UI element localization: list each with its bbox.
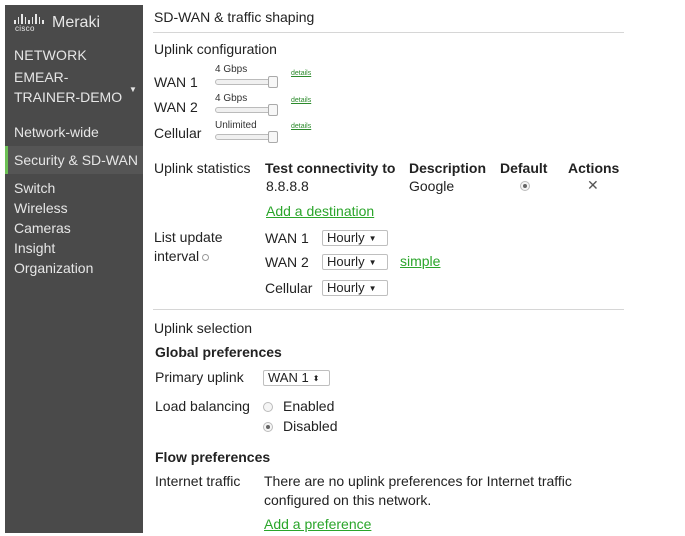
interval-cellular-select[interactable]: Hourly ▼	[322, 280, 388, 296]
sidebar-item-insight[interactable]: Insight	[14, 240, 55, 256]
add-destination-link[interactable]: Add a destination	[266, 203, 374, 219]
primary-uplink-select[interactable]: WAN 1 ⬍	[263, 370, 330, 386]
cellular-label: Cellular	[154, 125, 202, 141]
uplink-configuration-title: Uplink configuration	[154, 41, 277, 57]
brand-small-text: cisco	[15, 24, 35, 33]
load-balancing-label: Load balancing	[155, 398, 250, 414]
wan2-details-link[interactable]: details	[291, 97, 311, 104]
chevron-down-icon: ▼	[368, 283, 377, 293]
primary-uplink-value: WAN 1	[268, 370, 309, 385]
load-balancing-disabled-label[interactable]: Disabled	[283, 418, 337, 434]
wan2-label: WAN 2	[154, 99, 198, 115]
interval-label: interval	[154, 248, 210, 264]
destination-ip: 8.8.8.8	[266, 178, 309, 194]
interval-wan2-select[interactable]: Hourly ▼	[322, 254, 388, 270]
cellular-speed: Unlimited	[215, 120, 257, 131]
internet-traffic-message-line1: There are no uplink preferences for Inte…	[264, 473, 572, 489]
primary-uplink-label: Primary uplink	[155, 369, 244, 385]
column-header-test-connectivity: Test connectivity to	[265, 160, 396, 176]
info-icon[interactable]	[202, 253, 210, 261]
cisco-logo-icon: cisco	[14, 12, 48, 34]
flow-preferences-title: Flow preferences	[155, 449, 271, 465]
default-destination-radio[interactable]	[520, 181, 530, 191]
column-header-default: Default	[500, 160, 548, 176]
updown-caret-icon: ⬍	[312, 373, 320, 383]
interval-wan1-select[interactable]: Hourly ▼	[322, 230, 388, 246]
sidebar-item-wireless[interactable]: Wireless	[14, 200, 68, 216]
sidebar-item-cameras[interactable]: Cameras	[14, 220, 71, 236]
interval-wan2-label: WAN 2	[265, 254, 309, 270]
destination-description: Google	[409, 178, 455, 194]
add-preference-link[interactable]: Add a preference	[264, 516, 371, 532]
interval-cellular-label: Cellular	[265, 280, 313, 296]
uplink-selection-title: Uplink selection	[154, 320, 253, 336]
internet-traffic-label: Internet traffic	[155, 473, 241, 489]
page-title: SD-WAN & traffic shaping	[154, 9, 315, 25]
wan1-speed: 4 Gbps	[215, 64, 248, 75]
chevron-down-icon: ▼	[368, 257, 377, 267]
load-balancing-disabled-radio[interactable]	[263, 422, 273, 432]
brand-logo[interactable]: cisco Meraki	[14, 12, 100, 34]
sidebar: cisco Meraki NETWORK EMEAR-TRAINER-DEMO …	[5, 5, 143, 533]
wan2-speed: 4 Gbps	[215, 93, 248, 104]
divider	[153, 309, 624, 310]
interval-wan2-value: Hourly	[327, 254, 365, 269]
wan1-details-link[interactable]: details	[291, 70, 311, 77]
internet-traffic-message-line2: configured on this network.	[264, 492, 432, 508]
sidebar-item-security-sdwan[interactable]: Security & SD-WAN	[14, 152, 138, 168]
wan1-slider-handle[interactable]	[268, 76, 278, 88]
sidebar-item-network-wide[interactable]: Network-wide	[14, 124, 99, 140]
brand-name: Meraki	[52, 14, 101, 31]
cellular-slider-handle[interactable]	[268, 131, 278, 143]
global-preferences-title: Global preferences	[155, 344, 282, 360]
wan2-slider-handle[interactable]	[268, 104, 278, 116]
cellular-details-link[interactable]: details	[291, 123, 311, 130]
divider	[153, 32, 624, 33]
list-update-label: List update	[154, 229, 223, 245]
sidebar-active-indicator	[5, 146, 8, 174]
network-selector[interactable]: EMEAR-TRAINER-DEMO	[14, 67, 134, 107]
simple-link[interactable]: simple	[400, 253, 440, 269]
wan1-label: WAN 1	[154, 74, 198, 90]
load-balancing-enabled-label[interactable]: Enabled	[283, 398, 334, 414]
chevron-down-icon[interactable]: ▼	[129, 85, 137, 94]
column-header-description: Description	[409, 160, 487, 176]
close-icon[interactable]: ✕	[587, 177, 599, 194]
interval-wan1-value: Hourly	[327, 230, 365, 245]
interval-wan1-label: WAN 1	[265, 230, 309, 246]
sidebar-item-switch[interactable]: Switch	[14, 180, 55, 196]
chevron-down-icon: ▼	[368, 233, 377, 243]
interval-cellular-value: Hourly	[327, 280, 365, 295]
uplink-statistics-title: Uplink statistics	[154, 160, 251, 176]
network-label: NETWORK	[14, 47, 87, 63]
main-content: SD-WAN & traffic shaping Uplink configur…	[153, 0, 633, 536]
load-balancing-enabled-radio[interactable]	[263, 402, 273, 412]
column-header-actions: Actions	[568, 160, 620, 176]
sidebar-item-organization[interactable]: Organization	[14, 260, 93, 276]
interval-label-text: interval	[154, 248, 200, 264]
